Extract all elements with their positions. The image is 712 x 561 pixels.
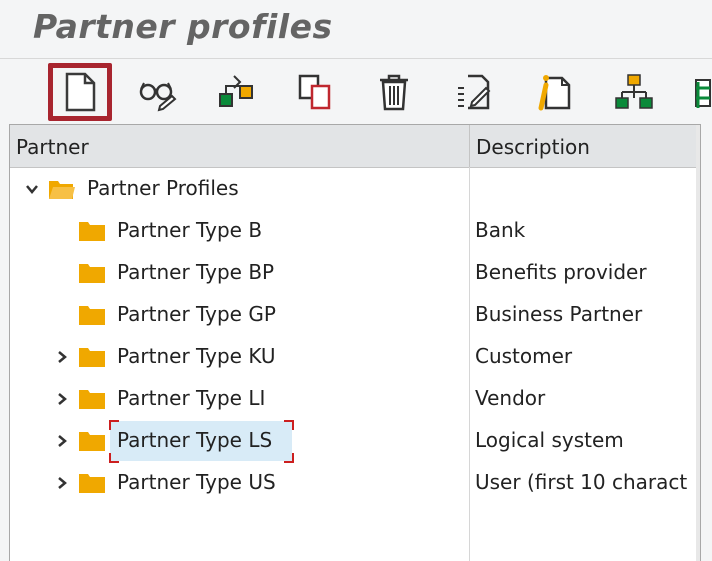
copy-icon — [294, 72, 334, 112]
tree-item-label: Partner Type KU — [117, 344, 276, 368]
tree-item-partner-type-li[interactable]: Partner Type LI Vendor — [10, 378, 696, 420]
folder-icon — [78, 261, 106, 285]
chevron-right-icon[interactable] — [54, 349, 70, 365]
column-header-description[interactable]: Description — [470, 125, 696, 168]
delete-trash-icon — [374, 72, 414, 112]
info-button[interactable] — [522, 63, 586, 121]
folder-icon — [78, 345, 106, 369]
structure-button[interactable] — [602, 63, 666, 121]
tree-item-label: Partner Type LI — [117, 386, 266, 410]
folder-icon — [78, 303, 106, 327]
title-bar: Partner profiles — [0, 0, 712, 58]
tree-item-description: Benefits provider — [475, 260, 647, 284]
copy-button[interactable] — [282, 63, 346, 121]
tree-item-partner-type-b[interactable]: Partner Type B Bank — [10, 210, 696, 252]
display-glasses-icon — [138, 72, 178, 112]
create-button[interactable] — [48, 63, 112, 121]
info-document-icon — [534, 72, 574, 112]
toolbar — [0, 59, 712, 123]
tree-item-description: Customer — [475, 344, 573, 368]
tree-item-label: Partner Type GP — [117, 302, 276, 326]
transfer-arrow-icon — [680, 72, 712, 112]
tree-root-row[interactable]: Partner Profiles — [10, 168, 696, 210]
tree-item-label: Partner Type US — [117, 470, 276, 494]
tree-item-partner-type-ls[interactable]: Partner Type LS Logical system — [10, 420, 696, 463]
display-button[interactable] — [126, 63, 190, 121]
edit-list-icon — [454, 72, 494, 112]
tree-item-partner-type-ku[interactable]: Partner Type KU Customer — [10, 336, 696, 378]
tree-item-label: Partner Type B — [117, 218, 263, 242]
column-header-partner[interactable]: Partner — [10, 125, 470, 168]
tree-root-label: Partner Profiles — [87, 176, 239, 200]
folder-icon — [78, 471, 106, 495]
tree-item-label: Partner Type BP — [117, 260, 275, 284]
structure-tree-icon — [614, 72, 654, 112]
change-button[interactable] — [204, 63, 268, 121]
page-title: Partner profiles — [33, 7, 333, 46]
open-folder-icon — [48, 177, 76, 201]
tree-item-description: Logical system — [475, 428, 624, 452]
folder-icon — [78, 219, 106, 243]
folder-icon — [78, 429, 106, 453]
change-hierarchy-icon — [216, 72, 256, 112]
chevron-right-icon[interactable] — [54, 475, 70, 491]
new-document-icon — [62, 72, 98, 112]
folder-icon — [78, 387, 106, 411]
tree-item-partner-type-bp[interactable]: Partner Type BP Benefits provider — [10, 252, 696, 294]
column-header-description-label: Description — [476, 135, 590, 159]
tree-item-label: Partner Type LS — [117, 428, 273, 452]
chevron-down-icon[interactable] — [24, 181, 40, 197]
tree-item-description: Business Partner — [475, 302, 643, 326]
tree-item-partner-type-us[interactable]: Partner Type US User (first 10 charact — [10, 462, 696, 504]
delete-button[interactable] — [362, 63, 426, 121]
tree-item-partner-type-gp[interactable]: Partner Type GP Business Partner — [10, 294, 696, 336]
partner-tree: Partner Description Partner Profiles Par… — [9, 124, 701, 561]
chevron-right-icon[interactable] — [54, 391, 70, 407]
column-header-partner-label: Partner — [16, 135, 89, 159]
tree-item-description: Bank — [475, 218, 526, 242]
transfer-button[interactable] — [680, 63, 712, 121]
edit-button[interactable] — [442, 63, 506, 121]
tree-item-description: User (first 10 charact — [475, 470, 688, 494]
focus-corner — [284, 420, 294, 430]
chevron-right-icon[interactable] — [54, 433, 70, 449]
vertical-scrollbar[interactable] — [696, 125, 700, 561]
tree-item-description: Vendor — [475, 386, 546, 410]
